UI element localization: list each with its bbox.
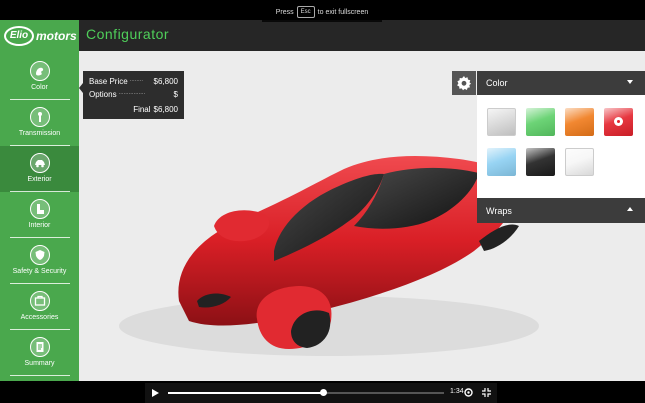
base-price-dots: ........ [129, 77, 144, 83]
document-icon [29, 337, 50, 357]
price-panel: Base Price ........ $6,800 Options .....… [79, 71, 184, 119]
time-display: 1:34 [450, 388, 464, 395]
base-price-label: Base Price [89, 77, 128, 86]
sidebar-item-label: Summary [24, 360, 55, 367]
logo-mark: Elio [4, 25, 34, 46]
swatch-orange[interactable] [565, 108, 594, 136]
swatch-light-blue[interactable] [487, 148, 516, 176]
sidebar-item-interior[interactable]: Interior [0, 192, 79, 238]
hint-before-text: Press [275, 8, 294, 16]
brand-logo[interactable]: Elio motors [0, 20, 79, 51]
final-price-label: Final [133, 105, 151, 114]
hint-after-text: to exit fullscreen [317, 8, 369, 16]
base-price-row: Base Price ........ $6,800 [89, 77, 178, 86]
seat-icon [29, 199, 50, 219]
settings-button[interactable] [452, 71, 476, 95]
options-price-label: Options [89, 90, 117, 99]
gear-shift-icon [29, 107, 50, 127]
final-price-row: Final $6,800 [89, 105, 178, 114]
options-price-dots: ................ [118, 90, 146, 96]
sidebar-item-label: Accessories [20, 314, 59, 321]
logo-text: motors [36, 28, 77, 43]
final-price-value: $6,800 [153, 105, 178, 114]
gear-icon [457, 76, 471, 91]
paint-icon [29, 61, 50, 81]
app-frame: Elio motors Configurator Color Transmissi… [0, 0, 645, 403]
color-section-header[interactable]: Color [477, 71, 645, 95]
sidebar-item-exterior[interactable]: Exterior [0, 146, 79, 192]
sidebar-item-label: Exterior [27, 176, 52, 183]
sidebar: Color Transmission Exterior Interior Safety … [0, 51, 79, 381]
sidebar-item-transmission[interactable]: Transmission [0, 100, 79, 146]
fullscreen-hint: Press Esc to exit fullscreen [262, 2, 382, 22]
base-price-value: $6,800 [153, 77, 178, 86]
fullscreen-exit-icon[interactable] [481, 387, 492, 398]
options-price-row: Options ................ $ [89, 90, 178, 99]
sidebar-item-safety-security[interactable]: Safety & Security [0, 238, 79, 284]
shield-icon [29, 245, 50, 265]
page-title: Configurator [86, 26, 170, 42]
progress-track[interactable] [168, 389, 444, 396]
options-price-value: $ [173, 90, 178, 99]
video-controls: 1:34 [145, 383, 497, 403]
sidebar-item-label: Transmission [18, 130, 61, 137]
sidebar-divider [10, 375, 70, 376]
swatch-black[interactable] [526, 148, 555, 176]
chevron-up-icon [627, 207, 633, 211]
sidebar-item-label: Safety & Security [12, 268, 67, 275]
color-section-title: Color [486, 78, 508, 88]
swatch-red[interactable] [604, 108, 633, 136]
sidebar-item-accessories[interactable]: Accessories [0, 284, 79, 330]
settings-icon[interactable] [463, 387, 474, 398]
esc-key-badge: Esc [296, 6, 315, 18]
swatch-white[interactable] [565, 148, 594, 176]
play-icon[interactable] [152, 389, 159, 397]
progress-fill [168, 392, 323, 394]
progress-handle[interactable] [319, 389, 327, 396]
swatch-silver[interactable] [487, 108, 516, 136]
sidebar-item-label: Interior [28, 222, 51, 229]
sidebar-item-label: Color [31, 84, 48, 91]
car-icon [29, 153, 50, 173]
sidebar-item-summary[interactable]: Summary [0, 330, 79, 376]
wraps-section-header[interactable]: Wraps [477, 198, 645, 223]
wraps-section-title: Wraps [486, 205, 512, 216]
swatch-green[interactable] [526, 108, 555, 136]
color-swatch-grid [477, 95, 645, 198]
selected-check-icon [614, 117, 623, 126]
accessories-icon [29, 291, 50, 311]
chevron-down-icon [627, 80, 633, 84]
car-viewport[interactable]: Base Price ........ $6,800 Options .....… [79, 51, 645, 381]
sidebar-item-color[interactable]: Color [0, 54, 79, 100]
top-bar: Elio motors Configurator [0, 20, 645, 51]
